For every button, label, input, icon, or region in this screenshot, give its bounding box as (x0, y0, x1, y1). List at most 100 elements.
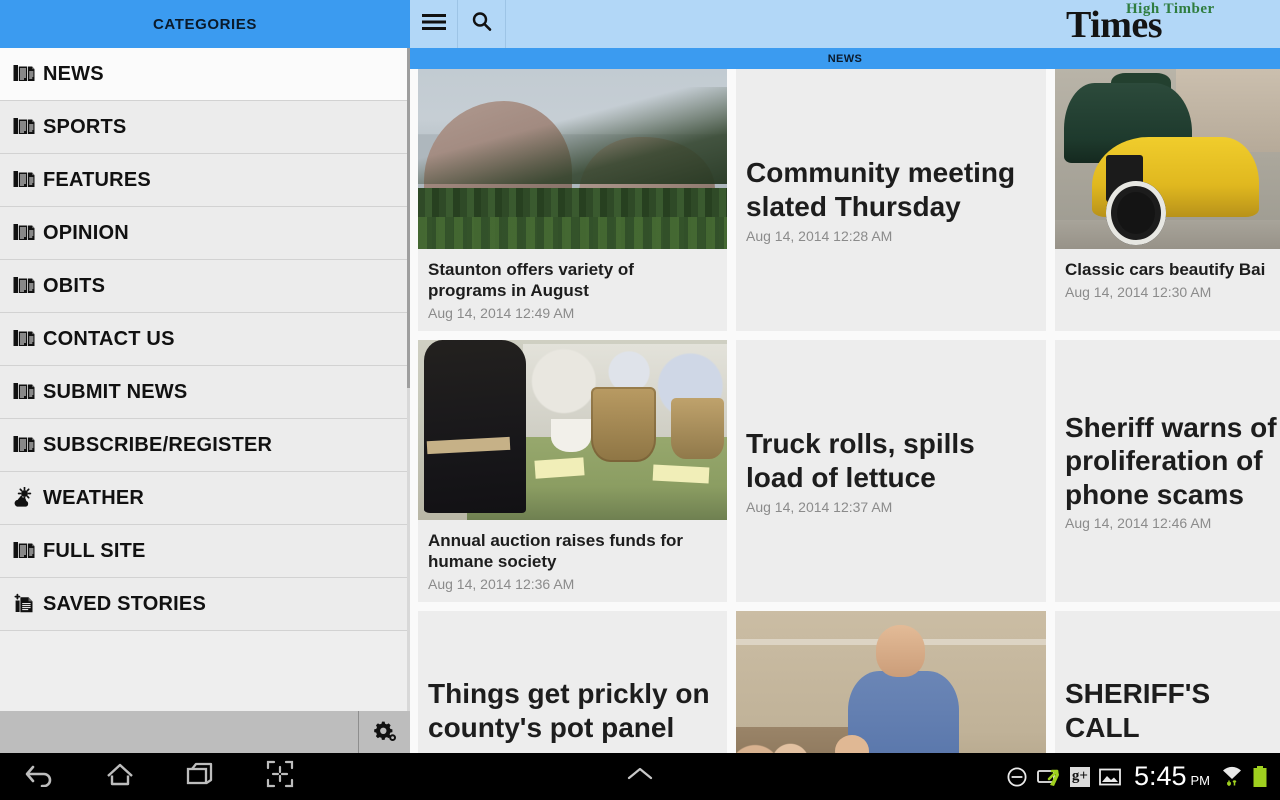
article-title: Community meeting slated Thursday (746, 157, 1016, 222)
weather-sun-cloud-icon (13, 487, 43, 509)
sidebar-item-label: WEATHER (43, 486, 145, 509)
article-date: Aug 14, 2014 12:37 AM (746, 498, 893, 515)
article-card[interactable]: Annual auction raises funds for humane s… (418, 340, 727, 602)
search-button[interactable] (458, 0, 506, 48)
documents-icon (13, 434, 43, 456)
article-grid: Staunton offers variety of programs in A… (410, 69, 1280, 753)
section-bar-label: NEWS (827, 52, 863, 65)
recent-apps-button[interactable] (160, 761, 240, 792)
image-icon (1099, 768, 1121, 786)
documents-icon (13, 224, 35, 240)
article-card[interactable]: Truck rolls, spills load of lettuce Aug 1… (736, 340, 1046, 602)
settings-button[interactable] (359, 711, 410, 753)
article-card-body: Things get prickly on county's pot panel (418, 611, 727, 753)
categories-drawer: CATEGORIES NEWS SPORTS FEATURES OPINION … (0, 0, 410, 753)
article-card[interactable]: Staunton offers variety of programs in A… (418, 69, 727, 331)
sidebar-item-label: FEATURES (43, 168, 151, 191)
article-title: Annual auction raises funds for humane s… (428, 531, 684, 572)
sidebar-item-label: OBITS (43, 274, 106, 297)
article-date: Aug 14, 2014 12:49 AM (428, 305, 575, 322)
drawer-footer (0, 711, 410, 753)
sidebar-item-saved-stories[interactable]: SAVED STORIES (0, 578, 410, 631)
article-title: SHERIFF'S CALL (1065, 678, 1211, 743)
recent-apps-icon (185, 761, 215, 792)
sidebar-item-opinion[interactable]: OPINION (0, 207, 410, 260)
article-card[interactable]: Sheriff warns of proliferation of phone … (1055, 340, 1280, 602)
wifi-icon (1221, 766, 1243, 788)
battery-full-icon (1252, 765, 1268, 789)
app-bar: Times High Timber (410, 0, 1280, 48)
article-card-body: Staunton offers variety of programs in A… (418, 249, 727, 331)
sidebar-item-sports[interactable]: SPORTS (0, 101, 410, 154)
article-card-body: Annual auction raises funds for humane s… (418, 520, 727, 602)
documents-icon (13, 383, 35, 399)
article-date: Aug 14, 2014 12:36 AM (428, 576, 575, 593)
back-arrow-icon (24, 761, 56, 792)
screenshot-button[interactable] (240, 760, 320, 793)
article-title: Classic cars beautify Bai (1065, 260, 1266, 279)
content-pane: Times High Timber NEWS Staunton offers v… (410, 0, 1280, 753)
search-icon (471, 11, 493, 38)
hamburger-menu-button[interactable] (410, 0, 458, 48)
sidebar-item-obits[interactable]: OBITS (0, 260, 410, 313)
article-card-body: Truck rolls, spills load of lettuce Aug 1… (736, 340, 1046, 602)
home-icon (105, 761, 135, 792)
sidebar-item-news[interactable]: NEWS (0, 48, 410, 101)
sidebar-item-label: SPORTS (43, 115, 127, 138)
back-button[interactable] (0, 761, 80, 792)
article-card[interactable]: Classic cars beautify Bai Aug 14, 2014 12… (1055, 69, 1280, 331)
article-title: Things get prickly on county's pot panel (428, 678, 710, 743)
clock-time: 5:45 (1133, 761, 1187, 791)
article-card[interactable] (736, 611, 1046, 753)
documents-icon (13, 540, 43, 562)
documents-icon (13, 381, 43, 403)
documents-icon (13, 328, 43, 350)
categories-header-label: CATEGORIES (152, 15, 258, 33)
classic-cars-photo (1055, 69, 1280, 249)
article-title: Sheriff warns of proliferation of phone … (1065, 411, 1277, 510)
article-card[interactable]: Community meeting slated Thursday Aug 14,… (736, 69, 1046, 331)
masthead-logo[interactable]: Times High Timber (1020, 0, 1280, 48)
android-navigation-bar: g+ 5:45 PM (0, 753, 1280, 800)
section-bar: NEWS (410, 48, 1280, 69)
sidebar-item-label: SUBSCRIBE/REGISTER (43, 433, 273, 456)
sidebar-item-label: NEWS (43, 62, 104, 85)
sidebar-item-full-site[interactable]: FULL SITE (0, 525, 410, 578)
documents-icon (13, 542, 35, 558)
status-tray[interactable]: g+ 5:45 PM (1006, 753, 1272, 800)
categories-header: CATEGORIES (0, 0, 410, 48)
gear-icon (372, 717, 398, 748)
article-row: Things get prickly on county's pot panel… (418, 611, 1280, 753)
documents-icon (13, 330, 35, 346)
screenshot-capture-icon (266, 760, 294, 793)
sidebar-item-features[interactable]: FEATURES (0, 154, 410, 207)
drawer-footer-space (0, 711, 359, 753)
documents-icon (13, 169, 43, 191)
article-card-body: SHERIFF'S CALL (1055, 611, 1280, 753)
article-card[interactable]: Things get prickly on county's pot panel (418, 611, 727, 753)
article-title: Staunton offers variety of programs in A… (428, 260, 634, 301)
screen: CATEGORIES NEWS SPORTS FEATURES OPINION … (0, 0, 1280, 800)
documents-icon (13, 222, 43, 244)
sidebar-item-subscribe-register[interactable]: SUBSCRIBE/REGISTER (0, 419, 410, 472)
do-not-disturb-icon (1006, 766, 1028, 788)
documents-icon (13, 171, 35, 187)
mountain-rock-formation-photo (418, 69, 727, 249)
article-row: Staunton offers variety of programs in A… (418, 69, 1280, 331)
sidebar-item-contact-us[interactable]: CONTACT US (0, 313, 410, 366)
documents-icon (13, 65, 35, 81)
article-date: Aug 14, 2014 12:46 AM (1065, 515, 1212, 532)
sidebar-item-label: SUBMIT NEWS (43, 380, 188, 403)
weather-sun-cloud-icon (14, 487, 32, 507)
article-date: Aug 14, 2014 12:28 AM (746, 227, 893, 244)
home-button[interactable] (80, 761, 160, 792)
sidebar-item-submit-news[interactable]: SUBMIT NEWS (0, 366, 410, 419)
article-card[interactable]: SHERIFF'S CALL (1055, 611, 1280, 753)
clock-ampm: PM (1190, 773, 1211, 788)
sidebar-item-label: OPINION (43, 221, 129, 244)
sidebar-item-weather[interactable]: WEATHER (0, 472, 410, 525)
hamburger-menu-icon (421, 12, 447, 37)
article-title: Truck rolls, spills load of lettuce (746, 428, 975, 493)
expand-navigation-button[interactable] (600, 753, 680, 800)
logo-kicker: High Timber (1126, 1, 1215, 17)
